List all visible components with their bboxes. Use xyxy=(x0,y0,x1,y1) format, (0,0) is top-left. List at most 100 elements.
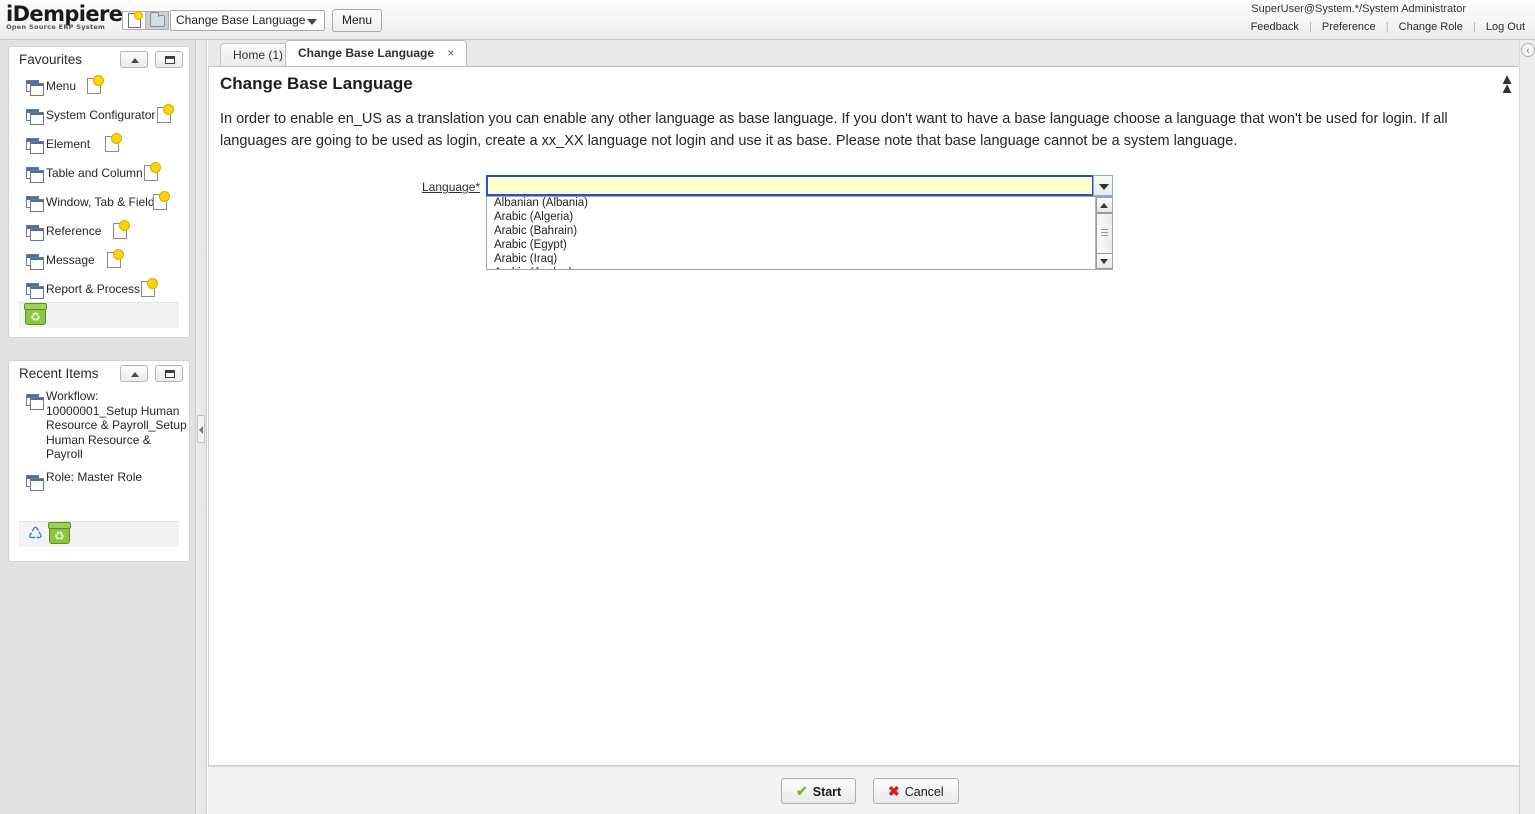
scrollbar-thumb[interactable] xyxy=(1096,213,1112,256)
right-edge-panel: ‹ xyxy=(1519,40,1535,814)
start-button-label: Start xyxy=(812,785,842,799)
tab-bar: Home (1) Change Base Language × xyxy=(208,40,1535,67)
recent-items-list: Workflow: 10000001_Setup Human Resource … xyxy=(9,389,189,491)
note-icon[interactable] xyxy=(157,104,174,123)
menu-button[interactable]: Menu xyxy=(332,9,383,32)
note-icon[interactable] xyxy=(105,133,122,152)
maximize-icon xyxy=(165,56,175,64)
recent-items-panel-header: Recent Items xyxy=(9,361,189,389)
cancel-button-label: Cancel xyxy=(904,785,944,799)
language-dropdown-button[interactable] xyxy=(1093,175,1113,196)
new-document-toggle-button[interactable] xyxy=(122,11,146,30)
window-icon xyxy=(26,138,44,154)
note-icon[interactable] xyxy=(153,191,170,210)
favourites-maximize-button[interactable] xyxy=(155,51,183,68)
favourites-collapse-button[interactable] xyxy=(119,51,148,68)
window-icon xyxy=(26,196,44,212)
recent-items-toolbar: ♺ xyxy=(19,521,179,547)
language-option[interactable]: Arabic (Iraq) xyxy=(487,253,1094,267)
window-icon xyxy=(26,283,44,299)
logo-brand: iDempiere xyxy=(6,2,123,26)
chevron-down-icon xyxy=(307,19,317,25)
language-input[interactable] xyxy=(486,175,1094,196)
window-icon xyxy=(26,474,44,491)
required-marker: * xyxy=(475,180,481,194)
user-role-label: SuperUser@System.*/System Administrator xyxy=(1251,3,1466,15)
favourites-item-label: Element xyxy=(46,137,91,151)
language-option[interactable]: Arabic (Jordan) xyxy=(487,267,1094,269)
trash-icon[interactable] xyxy=(24,303,47,325)
main-content-panel: ▲ ▲ Change Base Language In order to enab… xyxy=(208,66,1527,766)
trash-icon[interactable] xyxy=(48,522,71,544)
language-option[interactable]: Arabic (Algeria) xyxy=(487,211,1094,225)
close-icon[interactable]: × xyxy=(447,46,454,60)
right-panel-collapse-button[interactable]: ‹ xyxy=(1521,43,1535,57)
window-icon xyxy=(26,109,44,125)
chevron-up-icon xyxy=(130,372,139,377)
favourites-item[interactable]: System Configurator xyxy=(9,104,189,133)
close-x-icon: ✖ xyxy=(888,783,900,799)
note-icon[interactable] xyxy=(107,249,124,268)
recent-items-panel-buttons xyxy=(116,365,183,385)
recent-item-label: Role: Master Role xyxy=(46,469,143,484)
start-button[interactable]: ✔ Start xyxy=(781,778,857,804)
favourites-item-label: Menu xyxy=(46,79,77,93)
cancel-button[interactable]: ✖ Cancel xyxy=(873,778,959,804)
note-icon[interactable] xyxy=(144,162,161,181)
window-icon xyxy=(26,80,44,96)
favourites-item[interactable]: Message xyxy=(9,249,189,278)
recent-item[interactable]: Workflow: 10000001_Setup Human Resource … xyxy=(9,389,189,462)
favourites-item[interactable]: Table and Column xyxy=(9,162,189,191)
collapse-panel-icon[interactable]: ▲ ▲ xyxy=(1496,71,1518,97)
favourites-item[interactable]: Element xyxy=(9,133,189,162)
link-preference[interactable]: Preference xyxy=(1322,21,1376,33)
scroll-up-button[interactable] xyxy=(1096,197,1112,213)
link-separator: | xyxy=(1472,21,1476,33)
dropdown-scrollbar[interactable] xyxy=(1095,197,1112,269)
left-sidebar: Favourites Menu System Configurator Elemen… xyxy=(0,40,196,814)
recent-maximize-button[interactable] xyxy=(155,365,183,382)
logo-tagline: Open Source ERP System xyxy=(6,23,106,31)
favourites-item[interactable]: Window, Tab & Field xyxy=(9,191,189,220)
page-title: Change Base Language xyxy=(220,74,413,93)
language-option[interactable]: Arabic (Egypt) xyxy=(487,239,1094,253)
favourites-item-label: System Configurator xyxy=(46,108,156,122)
note-icon[interactable] xyxy=(113,220,130,239)
language-option[interactable]: Albanian (Albania) xyxy=(487,197,1094,211)
refresh-icon[interactable]: ♺ xyxy=(25,525,46,544)
link-feedback[interactable]: Feedback xyxy=(1251,21,1299,33)
context-window-select-value: Change Base Language xyxy=(176,13,306,27)
recent-item-label: Workflow: 10000001_Setup Human Resource … xyxy=(46,389,187,461)
window-icon xyxy=(26,167,44,183)
application-window: iDempiere Open Source ERP System Change … xyxy=(0,0,1535,814)
context-window-select[interactable]: Change Base Language xyxy=(170,10,325,31)
sidebar-splitter[interactable] xyxy=(196,40,207,814)
note-icon[interactable] xyxy=(87,75,104,94)
tab-change-base-language[interactable]: Change Base Language × xyxy=(285,40,468,67)
recent-item[interactable]: Role: Master Role xyxy=(9,469,189,491)
scroll-down-button[interactable] xyxy=(1096,253,1112,269)
open-folder-toggle-button[interactable] xyxy=(145,11,169,30)
tab-home-label: Home (1) xyxy=(233,48,284,62)
favourites-list: Menu System Configurator Element Table and … xyxy=(9,75,189,307)
recent-collapse-button[interactable] xyxy=(119,365,148,382)
note-icon[interactable] xyxy=(141,278,158,297)
language-option[interactable]: Arabic (Bahrain) xyxy=(487,225,1094,239)
favourites-panel-buttons xyxy=(116,51,183,71)
check-icon: ✔ xyxy=(796,783,808,799)
page-description: In order to enable en_US as a translatio… xyxy=(220,111,1448,149)
link-log-out[interactable]: Log Out xyxy=(1486,21,1525,33)
header-links: Feedback | Preference | Change Role | Lo… xyxy=(1251,21,1525,33)
app-header: iDempiere Open Source ERP System Change … xyxy=(0,0,1535,40)
chevron-down-icon xyxy=(1099,184,1109,190)
app-logo: iDempiere Open Source ERP System xyxy=(6,2,123,36)
link-separator: | xyxy=(1385,21,1389,33)
favourites-item[interactable]: Reference xyxy=(9,220,189,249)
language-dropdown-list[interactable]: Albanian (Albania) Arabic (Algeria) Arabic… xyxy=(486,196,1113,270)
favourites-panel-header: Favourites xyxy=(9,47,189,75)
favourites-item-label: Report & Process xyxy=(46,282,141,296)
favourites-item[interactable]: Menu xyxy=(9,75,189,104)
sidebar-collapse-handle[interactable] xyxy=(197,415,205,443)
favourites-toolbar xyxy=(19,302,179,328)
link-change-role[interactable]: Change Role xyxy=(1399,21,1463,33)
